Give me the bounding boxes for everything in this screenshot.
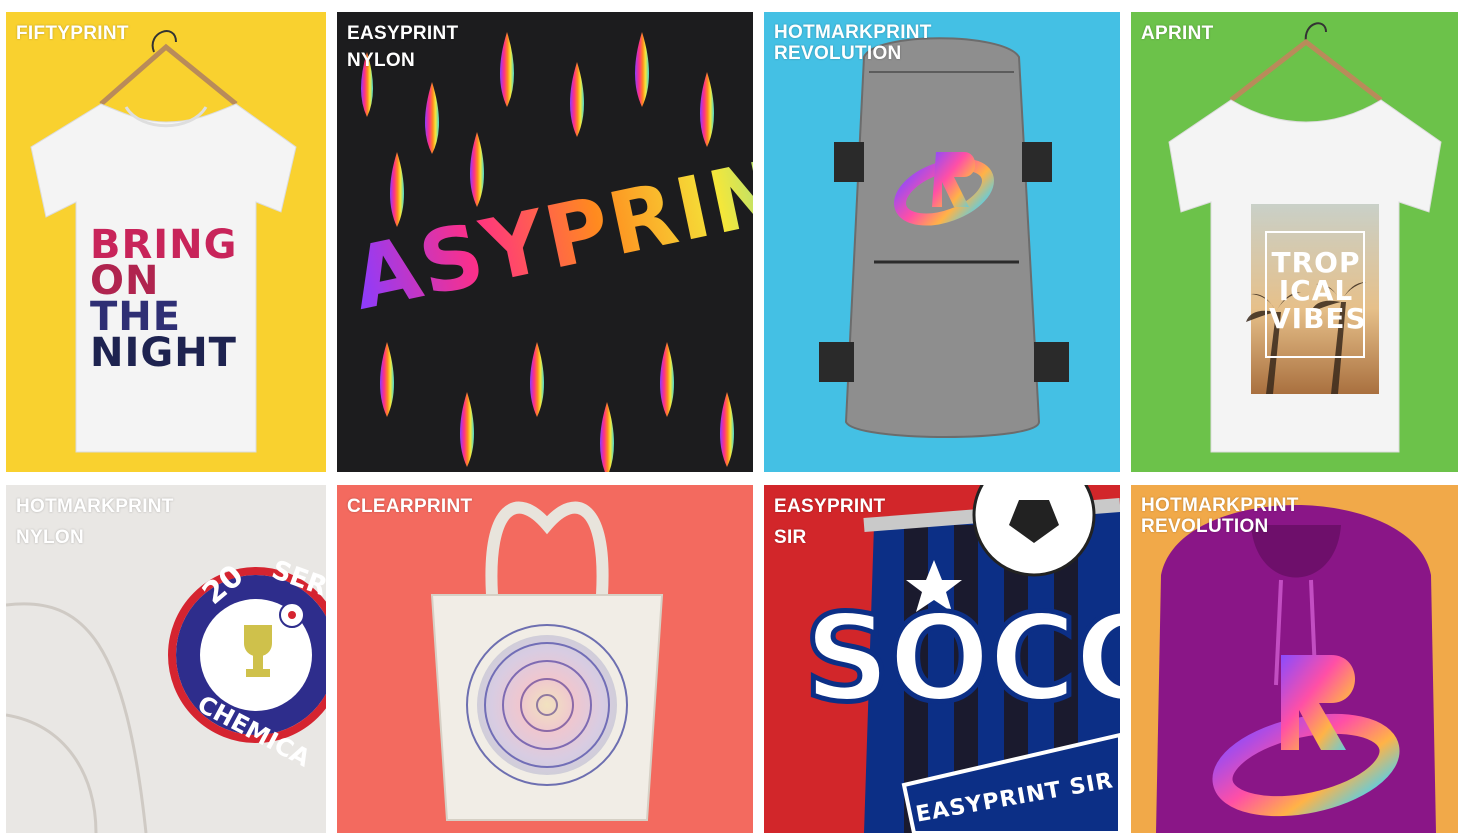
tile-label: HOTMARKPRINT REVOLUTION — [1141, 495, 1299, 537]
tile-aprint[interactable]: TROP ICAL VIBES APRINT — [1131, 12, 1458, 472]
tile-easyprint-sir[interactable]: SOCC EASYPRINT SIR EASYPRINT SIR — [764, 485, 1120, 833]
tile-hotmarkprint-nylon[interactable]: 20 SER CHEMICA HOTMARKPRINT NYLON — [6, 485, 326, 833]
label-line: EASYPRINT — [774, 496, 886, 517]
tile-hotmarkprint-revolution-backpack[interactable]: HOTMARKPRINT REVOLUTION — [764, 12, 1120, 472]
tile-label: FIFTYPRINT — [16, 22, 129, 45]
tile-easyprint-nylon[interactable]: ASYPRINT EASYPRINT NYLON — [337, 12, 753, 472]
label-line: FIFTYPRINT — [16, 23, 129, 44]
label-line: HOTMARKPRINT — [774, 22, 932, 43]
tile-label: CLEARPRINT — [347, 495, 472, 518]
tile-label: APRINT — [1141, 22, 1214, 45]
tile-hotmarkprint-revolution-hoodie[interactable]: HOTMARKPRINT REVOLUTION — [1131, 485, 1458, 833]
print-line: TROP — [1271, 246, 1361, 279]
tile-fiftyprint[interactable]: BRING ON THE NIGHT FIFTYPRINT — [6, 12, 326, 472]
label-line: SIR — [774, 527, 807, 548]
print-line: SOCC — [802, 590, 1120, 729]
label-line: REVOLUTION — [1141, 516, 1269, 537]
label-line: EASYPRINT — [347, 23, 459, 44]
tile-label: HOTMARKPRINT NYLON — [16, 495, 174, 549]
print-line: ICAL — [1278, 274, 1354, 307]
tote-bag-image — [430, 501, 664, 821]
product-gallery-grid: BRING ON THE NIGHT FIFTYPRINT ASYPRINT E… — [6, 12, 1458, 833]
label-line: CLEARPRINT — [347, 496, 473, 517]
label-line: NYLON — [347, 50, 415, 71]
tile-clearprint[interactable]: CLEARPRINT — [337, 485, 753, 833]
backpack-image — [819, 37, 1069, 438]
print-text-block: BRING ON THE NIGHT — [90, 225, 237, 376]
tile-label: HOTMARKPRINT REVOLUTION — [774, 22, 932, 64]
hoodie-image — [1156, 505, 1436, 833]
label-line: HOTMARKPRINT — [16, 496, 174, 517]
print-text-block: TROP ICAL VIBES — [1269, 246, 1367, 335]
label-line: REVOLUTION — [774, 43, 902, 64]
label-line: HOTMARKPRINT — [1141, 495, 1299, 516]
tile-label: EASYPRINT SIR — [774, 495, 885, 549]
tshirt-image — [1168, 22, 1442, 453]
tile-label: EASYPRINT NYLON — [347, 22, 458, 72]
print-line: VIBES — [1269, 302, 1367, 335]
print-text-block: SOCC — [802, 592, 1120, 727]
print-line: NIGHT — [90, 330, 237, 376]
label-line: NYLON — [16, 527, 84, 548]
label-line: APRINT — [1141, 23, 1214, 44]
